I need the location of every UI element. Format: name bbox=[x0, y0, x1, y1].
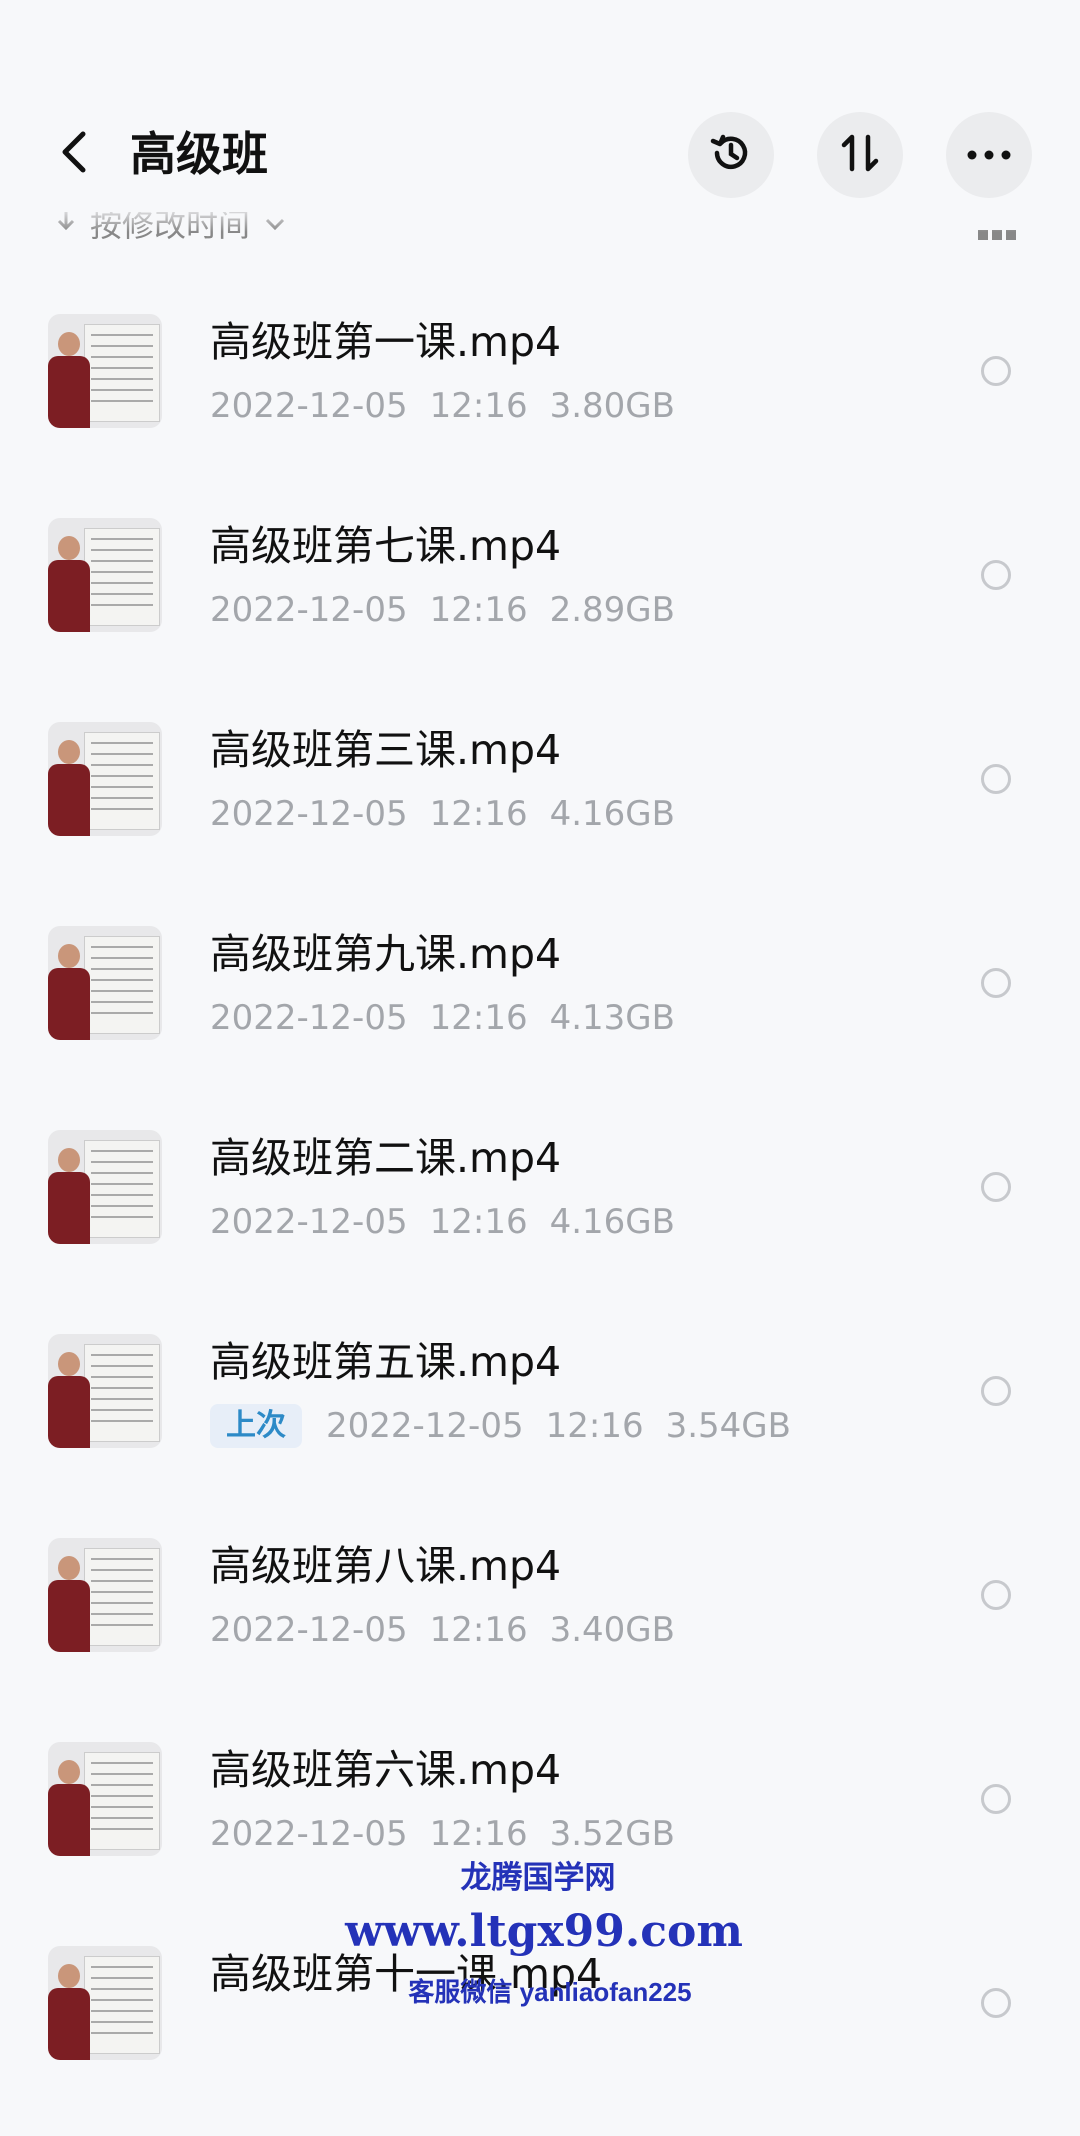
grid-view-icon[interactable] bbox=[978, 230, 1016, 240]
file-size: 3.40GB bbox=[549, 1610, 675, 1650]
file-list-item[interactable]: 高级班第三课.mp4 2022-12-05 12:16 4.16GB bbox=[0, 708, 1080, 912]
signal-1-icon: 4G bbox=[210, 17, 259, 48]
file-date: 2022-12-05 bbox=[210, 386, 408, 426]
more-button[interactable] bbox=[946, 112, 1032, 198]
file-meta: 2022-12-05 12:16 4.13GB bbox=[210, 992, 697, 1044]
file-size: 3.54GB bbox=[665, 1406, 791, 1446]
video-thumbnail bbox=[48, 1334, 162, 1448]
file-name: 高级班第七课.mp4 bbox=[210, 522, 562, 570]
file-time: 12:16 bbox=[545, 1406, 644, 1446]
back-button[interactable] bbox=[44, 118, 104, 190]
file-time: 12:16 bbox=[429, 794, 528, 834]
video-thumbnail bbox=[48, 1130, 162, 1244]
watermark-contact: 客服微信 yanliaofan225 bbox=[408, 1977, 692, 2007]
video-thumbnail bbox=[48, 722, 162, 836]
file-size: 4.16GB bbox=[549, 794, 675, 834]
hd-badge-2: HD bbox=[158, 43, 185, 60]
watermark-site-name: 龙腾国学网 bbox=[460, 1860, 616, 1896]
file-date: 2022-12-05 bbox=[210, 1610, 408, 1650]
video-thumbnail bbox=[48, 518, 162, 632]
select-checkbox[interactable] bbox=[981, 560, 1011, 590]
file-size: 4.16GB bbox=[549, 1202, 675, 1242]
hd-badge-1: HD bbox=[158, 11, 185, 28]
carrier-1: 中国移动 HD bbox=[78, 6, 185, 33]
chevron-left-icon bbox=[59, 130, 89, 178]
select-checkbox[interactable] bbox=[981, 1580, 1011, 1610]
file-time: 12:16 bbox=[429, 1202, 528, 1242]
file-name: 高级班第六课.mp4 bbox=[210, 1746, 562, 1794]
select-checkbox[interactable] bbox=[981, 1376, 1011, 1406]
file-name: 高级班第二课.mp4 bbox=[210, 1134, 562, 1182]
sort-button[interactable] bbox=[817, 112, 903, 198]
file-time: 12:16 bbox=[429, 1610, 528, 1650]
file-time: 12:16 bbox=[429, 386, 528, 426]
video-thumbnail bbox=[48, 1742, 162, 1856]
sort-swap-icon bbox=[838, 131, 882, 179]
alarm-icon bbox=[755, 15, 789, 53]
file-list-item[interactable]: 高级班第九课.mp4 2022-12-05 12:16 4.13GB bbox=[0, 912, 1080, 1116]
video-thumbnail bbox=[48, 926, 162, 1040]
status-bar: 中国移动 HD 中国移动 HD 4G 4G 12:22 bbox=[0, 0, 1080, 72]
status-time: 12:22 bbox=[908, 14, 1004, 53]
file-size: 4.13GB bbox=[549, 998, 675, 1038]
file-name: 高级班第五课.mp4 bbox=[210, 1338, 562, 1386]
select-checkbox[interactable] bbox=[981, 1172, 1011, 1202]
file-time: 12:16 bbox=[429, 590, 528, 630]
app-header: 高级班 bbox=[0, 100, 1080, 210]
battery-icon bbox=[838, 20, 900, 47]
file-date: 2022-12-05 bbox=[210, 794, 408, 834]
file-meta: 上次 2022-12-05 12:16 3.54GB bbox=[210, 1400, 813, 1452]
history-icon bbox=[707, 129, 755, 181]
file-list-item[interactable]: 高级班第八课.mp4 2022-12-05 12:16 3.40GB bbox=[0, 1524, 1080, 1728]
select-checkbox[interactable] bbox=[981, 1784, 1011, 1814]
video-thumbnail bbox=[48, 314, 162, 428]
file-date: 2022-12-05 bbox=[326, 1406, 524, 1446]
file-list-item[interactable]: 高级班第六课.mp4 2022-12-05 12:16 3.52GB bbox=[0, 1728, 1080, 1932]
file-name: 高级班第八课.mp4 bbox=[210, 1542, 562, 1590]
more-dots-icon bbox=[966, 146, 1012, 165]
network-type-1: 4G bbox=[210, 17, 229, 31]
file-size: 3.80GB bbox=[549, 386, 675, 426]
video-thumbnail bbox=[48, 1538, 162, 1652]
file-date: 2022-12-05 bbox=[210, 998, 408, 1038]
carrier-2-label: 中国移动 bbox=[78, 42, 155, 64]
select-checkbox[interactable] bbox=[981, 356, 1011, 386]
last-played-badge: 上次 bbox=[210, 1404, 302, 1448]
file-name: 高级班第九课.mp4 bbox=[210, 930, 562, 978]
file-list-item[interactable]: 高级班第二课.mp4 2022-12-05 12:16 4.16GB bbox=[0, 1116, 1080, 1320]
file-meta: 2022-12-05 12:16 4.16GB bbox=[210, 788, 697, 840]
file-time: 12:16 bbox=[429, 998, 528, 1038]
file-meta: 2022-12-05 12:16 2.89GB bbox=[210, 584, 697, 636]
chevron-down-icon[interactable] bbox=[264, 212, 286, 242]
select-checkbox[interactable] bbox=[981, 764, 1011, 794]
history-button[interactable] bbox=[688, 112, 774, 198]
file-name: 高级班第三课.mp4 bbox=[210, 726, 562, 774]
file-meta: 2022-12-05 12:16 4.16GB bbox=[210, 1196, 697, 1248]
sort-bar[interactable]: 按修改时间 bbox=[0, 212, 1080, 256]
file-name: 高级班第一课.mp4 bbox=[210, 318, 562, 366]
file-size: 2.89GB bbox=[549, 590, 675, 630]
file-date: 2022-12-05 bbox=[210, 590, 408, 630]
status-right: 12:22 bbox=[755, 14, 1004, 53]
network-type-2: 4G bbox=[272, 17, 291, 31]
carrier-2: 中国移动 HD bbox=[78, 38, 185, 65]
file-list-item[interactable]: 高级班第一课.mp4 2022-12-05 12:16 3.80GB bbox=[0, 300, 1080, 504]
file-list-item[interactable]: 高级班第五课.mp4 上次 2022-12-05 12:16 3.54GB bbox=[0, 1320, 1080, 1524]
bluetooth-icon bbox=[803, 14, 825, 53]
file-meta: 2022-12-05 12:16 3.80GB bbox=[210, 380, 697, 432]
sort-label[interactable]: 按修改时间 bbox=[90, 212, 250, 246]
file-meta: 2022-12-05 12:16 3.40GB bbox=[210, 1604, 697, 1656]
page-title: 高级班 bbox=[130, 127, 268, 181]
signal-2-icon: 4G bbox=[272, 17, 321, 48]
file-list-item[interactable]: 高级班第十一课.mp4 bbox=[0, 1932, 1080, 2136]
file-list-item[interactable]: 高级班第七课.mp4 2022-12-05 12:16 2.89GB bbox=[0, 504, 1080, 708]
select-checkbox[interactable] bbox=[981, 968, 1011, 998]
carrier-1-label: 中国移动 bbox=[78, 10, 155, 32]
arrow-down-icon bbox=[56, 212, 76, 242]
watermark-url: www.ltgx99.com bbox=[345, 1906, 743, 1957]
file-date: 2022-12-05 bbox=[210, 1202, 408, 1242]
